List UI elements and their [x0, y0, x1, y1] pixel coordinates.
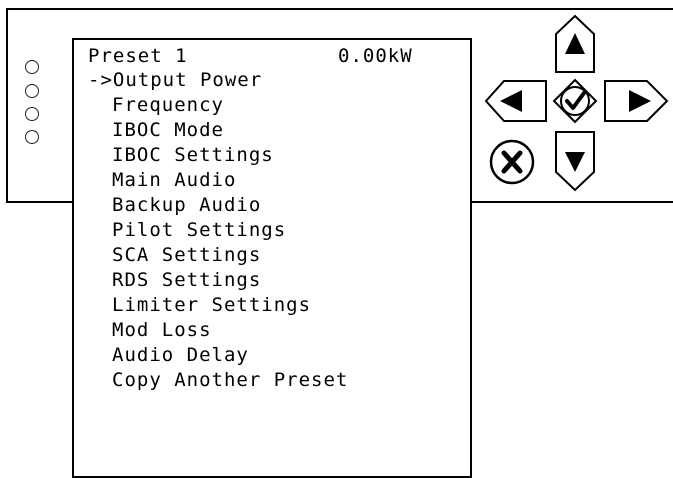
cancel-button[interactable]	[488, 138, 536, 186]
menu-item-pilot-settings[interactable]: Pilot Settings	[112, 218, 286, 242]
right-button[interactable]	[603, 79, 669, 123]
menu-item-iboc-settings[interactable]: IBOC Settings	[112, 143, 274, 167]
menu-item-copy-another-preset[interactable]: Copy Another Preset	[112, 368, 348, 392]
menu-item-limiter-settings[interactable]: Limiter Settings	[112, 293, 311, 317]
menu-item-rds-settings[interactable]: RDS Settings	[112, 268, 261, 292]
menu-item-mod-loss[interactable]: Mod Loss	[112, 318, 212, 342]
down-button[interactable]	[554, 130, 596, 192]
left-button[interactable]	[484, 79, 548, 123]
status-led-4	[25, 130, 39, 144]
menu-item-sca-settings[interactable]: SCA Settings	[112, 243, 261, 267]
status-led-3	[25, 107, 39, 121]
status-led-1	[25, 60, 39, 74]
enter-button[interactable]	[552, 78, 598, 124]
menu-item-main-audio[interactable]: Main Audio	[112, 168, 236, 192]
menu-item-audio-delay[interactable]: Audio Delay	[112, 343, 249, 367]
status-led-2	[25, 84, 39, 98]
menu-item-frequency[interactable]: Frequency	[112, 93, 224, 117]
lcd-screen: Preset 1 0.00kW ->Output Power Frequency…	[72, 38, 472, 478]
power-reading: 0.00kW	[338, 45, 413, 67]
up-button[interactable]	[554, 14, 596, 74]
menu-item-iboc-mode[interactable]: IBOC Mode	[112, 118, 224, 142]
menu-item-output-power[interactable]: ->Output Power	[88, 68, 262, 92]
menu-item-backup-audio[interactable]: Backup Audio	[112, 193, 261, 217]
selection-marker: ->	[88, 69, 113, 91]
preset-label: Preset 1	[88, 45, 188, 67]
